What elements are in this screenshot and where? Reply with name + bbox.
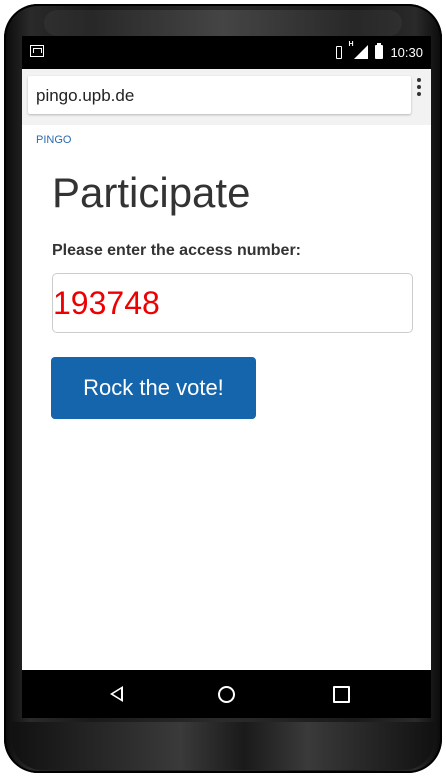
access-number-input[interactable]: [52, 273, 413, 333]
notification-icon: [30, 45, 44, 57]
phone-bottom-bezel: [12, 722, 434, 770]
phone-screen: 10:30 pingo.upb.de PINGO Participate Ple…: [22, 36, 431, 718]
page-title: Participate: [52, 169, 251, 216]
browser-toolbar: pingo.upb.de: [22, 69, 431, 126]
status-bar: 10:30: [22, 36, 431, 69]
home-icon: [217, 685, 235, 703]
battery-icon: [375, 43, 384, 59]
nav-recent-button[interactable]: [327, 680, 355, 708]
device-frame: 10:30 pingo.upb.de PINGO Participate Ple…: [0, 0, 446, 777]
vibrate-icon: [333, 45, 345, 59]
status-icons: 10:30: [333, 41, 423, 62]
nav-back-button[interactable]: [102, 680, 130, 708]
web-page: PINGO Participate Please enter the acces…: [22, 125, 431, 670]
status-time: 10:30: [390, 44, 423, 60]
rock-the-vote-button[interactable]: Rock the vote!: [51, 357, 256, 419]
back-icon: [109, 686, 123, 702]
nav-home-button[interactable]: [212, 680, 240, 708]
overflow-menu-icon[interactable]: [416, 78, 422, 98]
navigation-bar: [22, 670, 431, 718]
signal-icon: [348, 41, 369, 59]
address-bar[interactable]: pingo.upb.de: [28, 76, 411, 114]
recent-apps-icon: [332, 685, 350, 703]
url-text: pingo.upb.de: [36, 86, 135, 105]
phone-top-bezel: [44, 10, 402, 36]
brand-link[interactable]: PINGO: [36, 134, 71, 146]
access-number-label: Please enter the access number:: [52, 242, 302, 259]
